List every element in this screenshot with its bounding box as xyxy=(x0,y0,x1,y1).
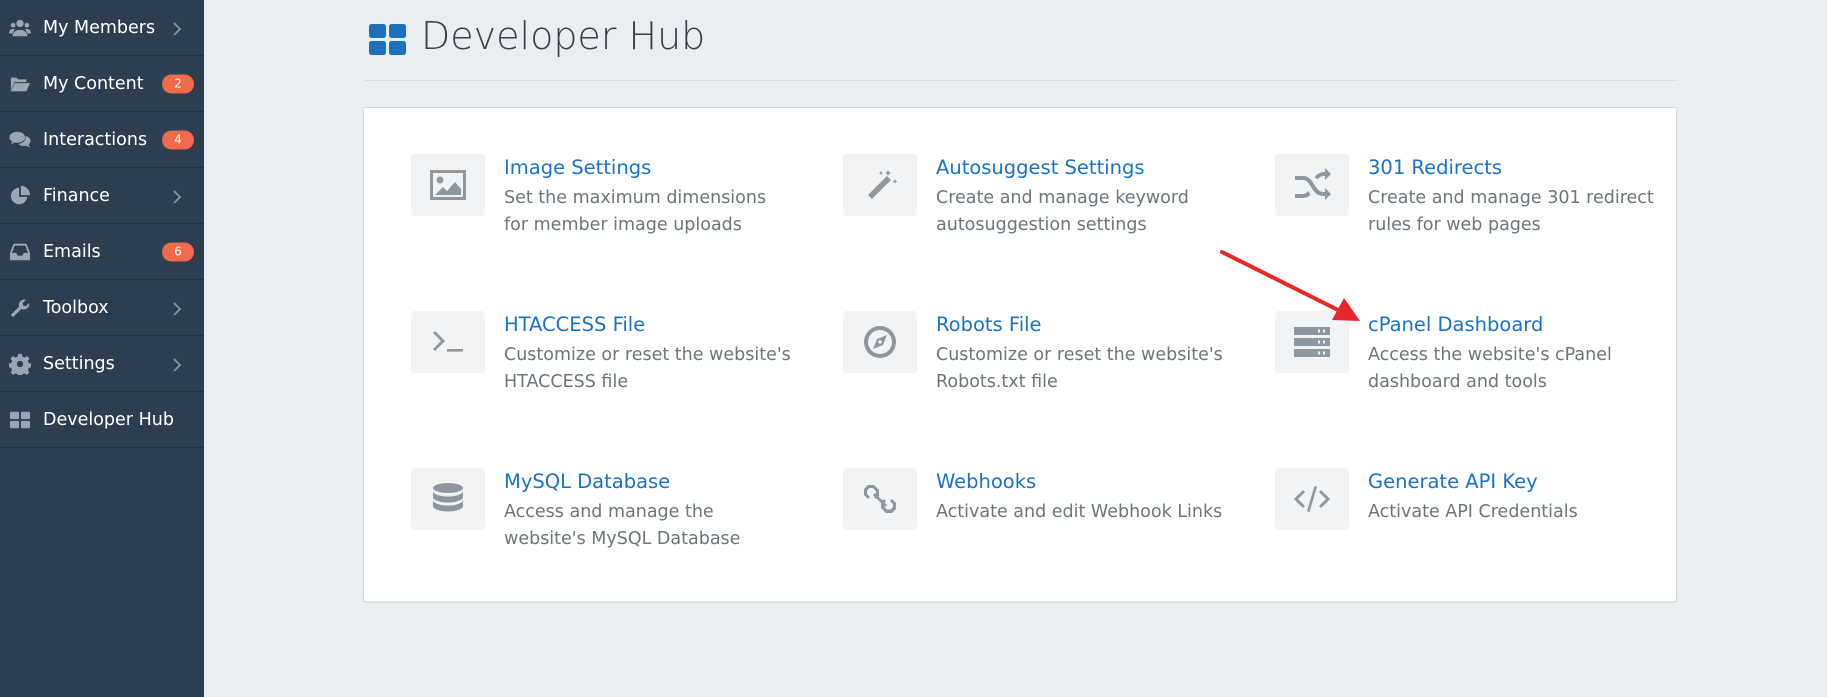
image-icon[interactable] xyxy=(411,154,485,216)
grid-icon xyxy=(9,409,31,431)
inbox-icon xyxy=(9,241,31,263)
shuffle-icon[interactable] xyxy=(1275,154,1349,216)
chevron-right-icon xyxy=(172,301,182,316)
sidebar: My Members My Content 2 Interactions 4 F… xyxy=(0,0,204,697)
tile-title-link[interactable]: Robots File xyxy=(936,313,1042,336)
count-badge: 4 xyxy=(162,130,194,149)
tile-301-redirects: 301 Redirects Create and manage 301 redi… xyxy=(1275,154,1675,254)
tile-description: Set the maximum dimensions for member im… xyxy=(504,188,767,235)
developer-hub-card: Image Settings Set the maximum dimension… xyxy=(363,107,1677,602)
tile-description: Activate and edit Webhook Links xyxy=(936,502,1223,522)
compass-icon[interactable] xyxy=(843,311,917,373)
users-icon xyxy=(9,17,31,39)
tile-title-link[interactable]: MySQL Database xyxy=(504,470,670,493)
tile-title-link[interactable]: cPanel Dashboard xyxy=(1368,313,1543,336)
sidebar-item-label: My Content xyxy=(43,73,144,94)
folder-open-icon xyxy=(9,73,31,95)
sidebar-item-toolbox[interactable]: Toolbox xyxy=(0,280,204,336)
tile-description: Create and manage keyword autosuggestion… xyxy=(936,188,1189,235)
sidebar-item-label: Interactions xyxy=(43,129,148,150)
chevron-right-icon xyxy=(172,189,182,204)
tile-description: Customize or reset the website's Robots.… xyxy=(936,345,1223,392)
wrench-icon xyxy=(9,297,31,319)
tile-title-link[interactable]: Generate API Key xyxy=(1368,470,1538,493)
tile-description: Create and manage 301 redirect rules for… xyxy=(1368,188,1654,235)
gear-icon xyxy=(9,353,31,375)
tile-title-link[interactable]: Webhooks xyxy=(936,470,1036,493)
tile-description: Access and manage the website's MySQL Da… xyxy=(504,502,741,549)
link-icon[interactable] xyxy=(843,468,917,530)
code-icon[interactable] xyxy=(1275,468,1349,530)
sidebar-item-label: Emails xyxy=(43,241,101,262)
sidebar-item-label: My Members xyxy=(43,17,156,38)
page-header: Developer Hub xyxy=(364,0,1678,81)
tile-description: Access the website's cPanel dashboard an… xyxy=(1368,345,1612,392)
sidebar-item-emails[interactable]: Emails 6 xyxy=(0,224,204,280)
pie-chart-icon xyxy=(9,185,31,207)
chevron-right-icon xyxy=(172,357,182,372)
tile-title-link[interactable]: Autosuggest Settings xyxy=(936,156,1145,179)
comments-icon xyxy=(9,129,31,151)
tile-title-link[interactable]: 301 Redirects xyxy=(1368,156,1502,179)
sidebar-item-settings[interactable]: Settings xyxy=(0,336,204,392)
terminal-icon[interactable] xyxy=(411,311,485,373)
sidebar-item-label: Toolbox xyxy=(43,297,109,318)
tile-image-settings: Image Settings Set the maximum dimension… xyxy=(411,154,811,254)
sidebar-item-my-members[interactable]: My Members xyxy=(0,0,204,56)
grid-icon xyxy=(369,24,406,55)
sidebar-item-developer-hub[interactable]: Developer Hub xyxy=(0,392,204,448)
sidebar-item-my-content[interactable]: My Content 2 xyxy=(0,56,204,112)
page-title: Developer Hub xyxy=(421,14,706,58)
tile-generate-api-key: Generate API Key Activate API Credential… xyxy=(1275,468,1675,568)
tile-description: Activate API Credentials xyxy=(1368,502,1578,522)
count-badge: 6 xyxy=(162,242,194,261)
database-icon[interactable] xyxy=(411,468,485,530)
count-badge: 2 xyxy=(162,74,194,93)
tile-title-link[interactable]: HTACCESS File xyxy=(504,313,645,336)
tile-autosuggest-settings: Autosuggest Settings Create and manage k… xyxy=(843,154,1243,254)
tile-htaccess-file: HTACCESS File Customize or reset the web… xyxy=(411,311,811,411)
sidebar-item-label: Finance xyxy=(43,185,110,206)
tile-mysql-database: MySQL Database Access and manage the web… xyxy=(411,468,811,568)
magic-wand-icon[interactable] xyxy=(843,154,917,216)
sidebar-item-interactions[interactable]: Interactions 4 xyxy=(0,112,204,168)
red-arrow-icon xyxy=(1220,250,1360,321)
tile-title-link[interactable]: Image Settings xyxy=(504,156,651,179)
tile-webhooks: Webhooks Activate and edit Webhook Links xyxy=(843,468,1243,568)
sidebar-item-finance[interactable]: Finance xyxy=(0,168,204,224)
chevron-right-icon xyxy=(172,21,182,36)
sidebar-item-label: Developer Hub xyxy=(43,409,174,430)
tile-robots-file: Robots File Customize or reset the websi… xyxy=(843,311,1243,411)
sidebar-item-label: Settings xyxy=(43,353,115,374)
tile-description: Customize or reset the website's HTACCES… xyxy=(504,345,791,392)
